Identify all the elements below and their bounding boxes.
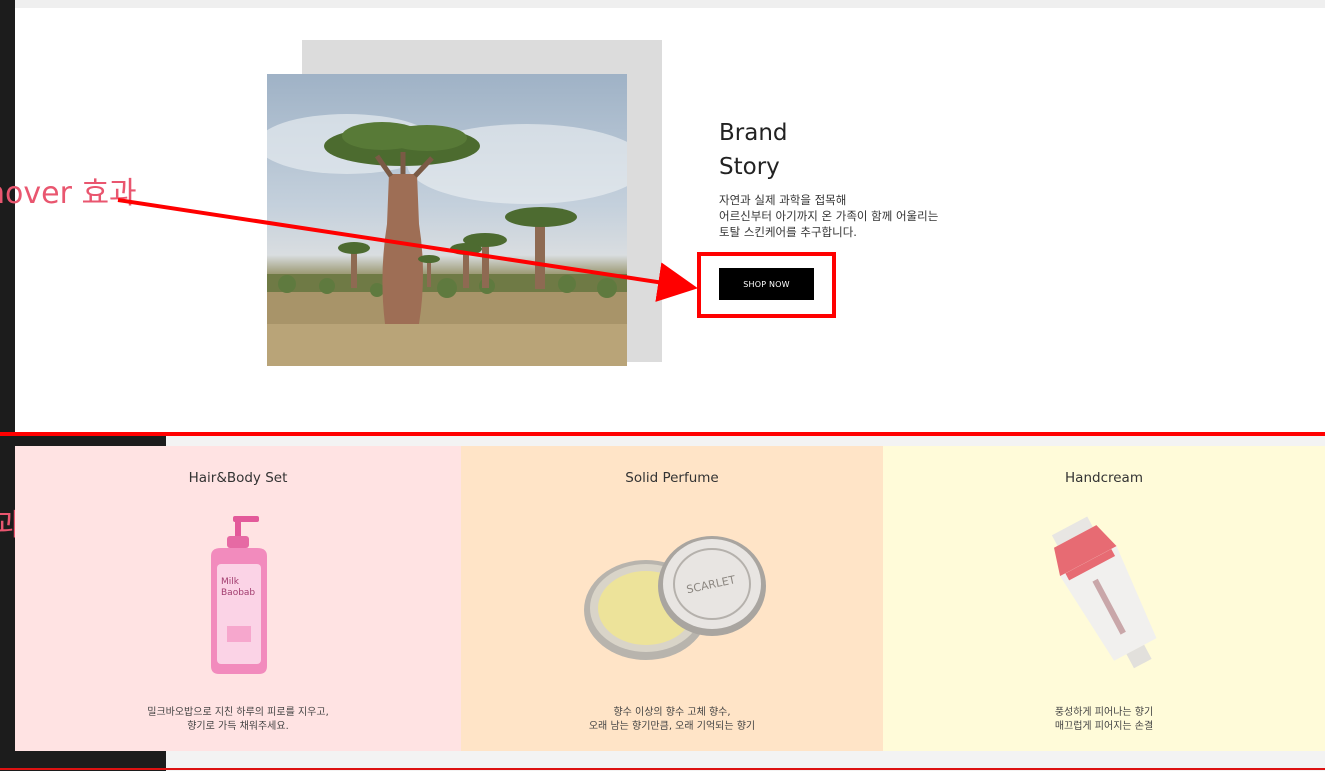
- brand-description: 자연과 실제 과학을 접목해 어르신부터 아기까지 온 가족이 함께 어울리는 …: [719, 192, 938, 240]
- bottom-red-line: [0, 768, 1325, 770]
- page-top-band: [15, 0, 1325, 8]
- brand-title-line2: Story: [719, 154, 780, 180]
- product-desc-line: 향수 이상의 향수 고체 향수,: [613, 707, 731, 718]
- bottle-label-text: Milk: [221, 577, 240, 587]
- annotation-highlight-box: [697, 252, 836, 318]
- brand-title-line1: Brand: [719, 120, 788, 146]
- brand-story-section: Brand Story 자연과 실제 과학을 접목해 어르신부터 아기까지 온 …: [15, 8, 1325, 434]
- brand-desc-line: 자연과 실제 과학을 접목해: [719, 193, 847, 207]
- product-desc-line: 오래 남는 향기만큼, 오래 기억되는 향기: [588, 721, 756, 732]
- product-title: Hair&Body Set: [188, 470, 288, 486]
- product-description: 풍성하게 피어나는 향기 매끄럽게 피어지는 손결: [883, 706, 1325, 734]
- annotation-divider: [0, 432, 1325, 436]
- bottle-label-text: Baobab: [221, 588, 255, 598]
- brand-story-title: Brand Story: [719, 116, 788, 184]
- solid-perfume-tin-image: SCARLET: [584, 536, 766, 660]
- product-description: 밀크바오밥으로 지친 하루의 피로를 지우고, 향기로 가득 채워주세요.: [15, 706, 461, 734]
- brand-desc-line: 토탈 스킨케어를 추구합니다.: [719, 225, 857, 239]
- product-card-solid-perfume[interactable]: Solid Perfume SCARLET 향수 이상의 향수 고체 향수, 오…: [461, 446, 883, 751]
- product-title: Handcream: [1065, 470, 1143, 486]
- product-desc-line: 매끄럽게 피어지는 손결: [1054, 721, 1154, 732]
- product-description: 향수 이상의 향수 고체 향수, 오래 남는 향기만큼, 오래 기억되는 향기: [461, 706, 883, 734]
- annotation-hover-label: hover 효과: [0, 176, 137, 211]
- brand-desc-line: 어르신부터 아기까지 온 가족이 함께 어울리는: [719, 209, 939, 223]
- baobab-photo: [267, 74, 627, 366]
- product-desc-line: 풍성하게 피어나는 향기: [1054, 707, 1154, 718]
- product-card-handcream[interactable]: Handcream 풍성하게 피어나는 향기 매끄럽게 피어지는 손결: [883, 446, 1325, 751]
- product-title: Solid Perfume: [625, 470, 719, 486]
- product-desc-line: 향기로 가득 채워주세요.: [187, 721, 289, 732]
- handcream-tube-image: [1051, 516, 1157, 669]
- product-desc-line: 밀크바오밥으로 지친 하루의 피로를 지우고,: [147, 707, 329, 718]
- product-section: Hair&Body Set Milk Baobab 밀크바오밥으로 지친 하루의…: [15, 446, 1325, 751]
- body-wash-bottle-image: Milk Baobab: [211, 516, 267, 674]
- product-card-hair-body[interactable]: Hair&Body Set Milk Baobab 밀크바오밥으로 지친 하루의…: [15, 446, 461, 751]
- left-dark-strip: [0, 0, 15, 771]
